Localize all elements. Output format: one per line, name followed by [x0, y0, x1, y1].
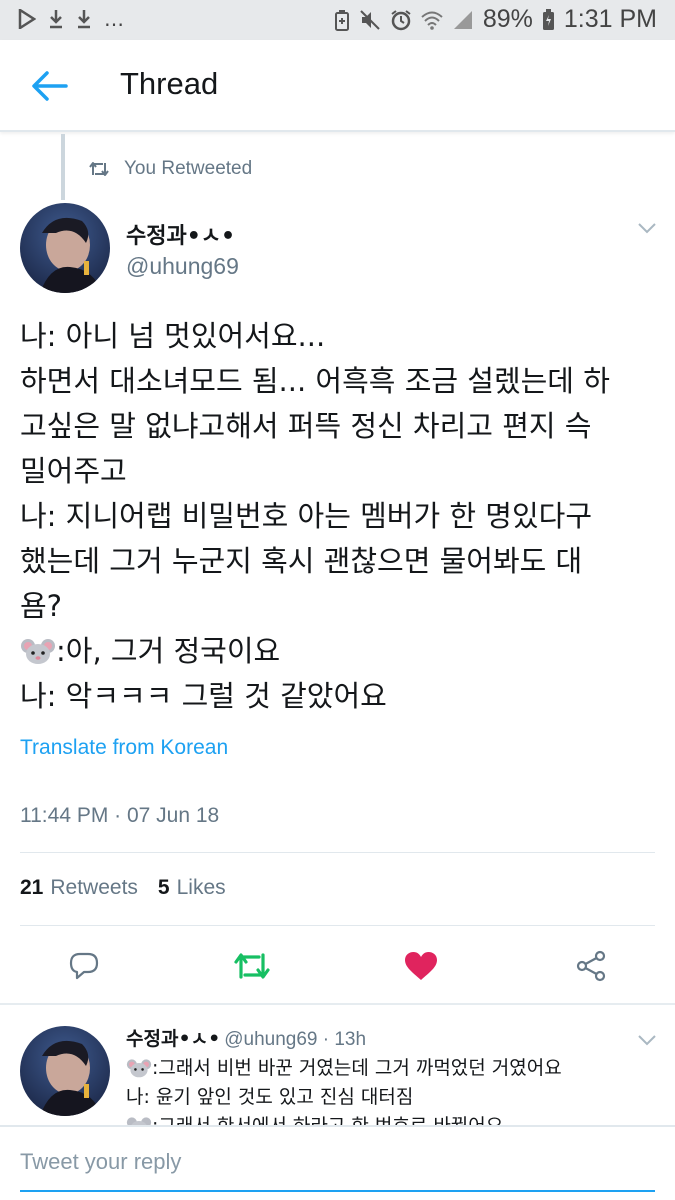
reply-header: 수정과•ㅅ• @uhung69 · 13h [126, 1024, 366, 1051]
reply-line-with-emoji: :그래서 비번 바꾼 거였는데 그거 까먹었던 거였어요 [126, 1054, 646, 1083]
tweet-line: 나: 아니 넘 멋있어서요... [20, 319, 326, 353]
status-left-icons: … [18, 7, 125, 31]
wifi-icon [421, 11, 443, 30]
reply-input-underline [20, 1190, 655, 1192]
divider [20, 852, 655, 853]
likes-label: Likes [176, 876, 226, 899]
section-divider [0, 1003, 675, 1005]
reply-meta: @uhung69 · 13h [224, 1029, 367, 1050]
battery-saver-icon [334, 9, 349, 31]
battery-icon [542, 8, 554, 30]
tweet-line-with-emoji: :아, 그거 정국이요 [20, 629, 660, 674]
app-bar: Thread [0, 40, 675, 132]
reply-line: 나: 윤기 앞인 것도 있고 진심 대터짐 [126, 1086, 414, 1108]
likes-count: 5 [157, 876, 170, 899]
retweets-label: Retweets [50, 876, 138, 899]
retweet-context: You Retweeted [88, 158, 252, 180]
retweet-icon [234, 953, 270, 979]
chevron-down-icon[interactable] [637, 222, 657, 234]
tweet-stats: 21 Retweets 5 Likes [20, 876, 226, 900]
status-bar: … 89% 1:31 PM [0, 0, 675, 40]
retweet-context-label: You Retweeted [124, 158, 253, 179]
tweet-timestamp: 11:44 PM · 07 Jun 18 [20, 804, 220, 827]
reply-text[interactable]: :그래서 비번 바꾼 거였는데 그거 까먹었던 거였어요 나: 윤기 앞인 것도… [126, 1054, 646, 1126]
retweet-icon [89, 162, 109, 176]
tweet-line: 했는데 그거 누군지 혹시 괜찮으면 물어봐도 대 [20, 544, 583, 578]
share-button[interactable] [571, 946, 611, 986]
reply-input[interactable] [20, 1149, 655, 1175]
tweet-line: 고싶은 말 없냐고해서 퍼뜩 정신 차리고 편지 슥 [20, 409, 592, 443]
tweet-actions [0, 940, 675, 990]
tweet-line: 밀어주고 [20, 454, 127, 488]
tweet-line: 나: 지니어랩 비밀번호 아는 멤버가 한 명있다구 [20, 499, 593, 533]
chevron-down-icon[interactable] [637, 1034, 657, 1046]
translate-link[interactable]: Translate from Korean [20, 736, 228, 760]
mouse-emoji-icon [21, 639, 55, 664]
reply-avatar[interactable] [20, 1026, 110, 1116]
signal-icon [453, 10, 472, 29]
tweet-text: 나: 아니 넘 멋있어서요... 하면서 대소녀모드 됨... 어흑흑 조금 설… [20, 314, 660, 719]
reply-button[interactable] [64, 946, 104, 986]
likes-stat[interactable]: 5 Likes [158, 876, 226, 900]
tweet-line-text: :아, 그거 정국이요 [56, 634, 281, 668]
reply-line-with-emoji: :그래서 한서에서 하라고 한 번호로 바꿨어요 [126, 1112, 646, 1126]
reply-icon [69, 952, 99, 980]
retweets-stat[interactable]: 21 Retweets [20, 876, 138, 900]
download-icon [78, 10, 90, 29]
tweet-line: 나: 악ㅋㅋㅋ 그럴 것 같았어요 [20, 679, 387, 713]
author-name[interactable]: 수정과•ㅅ• [126, 218, 235, 250]
compose-bar [0, 1125, 675, 1200]
play-store-icon [18, 9, 36, 29]
author-handle[interactable]: @uhung69 [126, 253, 239, 280]
tweet-line: 욤? [20, 589, 63, 623]
thread-connector-line [61, 134, 65, 200]
battery-percent: 89% [482, 5, 533, 33]
status-clock: 1:31 PM [563, 5, 657, 33]
tweet-line: 하면서 대소녀모드 됨... 어흑흑 조금 설렜는데 하 [20, 364, 610, 398]
reply-line-text: :그래서 비번 바꾼 거였는데 그거 까먹었던 거였어요 [152, 1057, 562, 1079]
page-title: Thread [120, 66, 219, 101]
status-right-icons: 89% 1:31 PM [334, 5, 657, 34]
mute-icon [360, 9, 380, 30]
back-arrow-icon[interactable] [30, 70, 68, 102]
avatar[interactable] [20, 203, 110, 293]
mouse-emoji-icon [126, 1059, 152, 1078]
download-icon [50, 10, 62, 29]
reply-author-name[interactable]: 수정과•ㅅ• [126, 1028, 220, 1050]
retweets-count: 21 [20, 876, 44, 899]
retweet-button[interactable] [232, 946, 272, 986]
more-notifications-icon: … [104, 7, 125, 31]
divider [20, 925, 655, 926]
heart-icon [405, 952, 437, 980]
like-button[interactable] [401, 946, 441, 986]
share-icon [576, 950, 606, 982]
alarm-icon [391, 9, 411, 30]
